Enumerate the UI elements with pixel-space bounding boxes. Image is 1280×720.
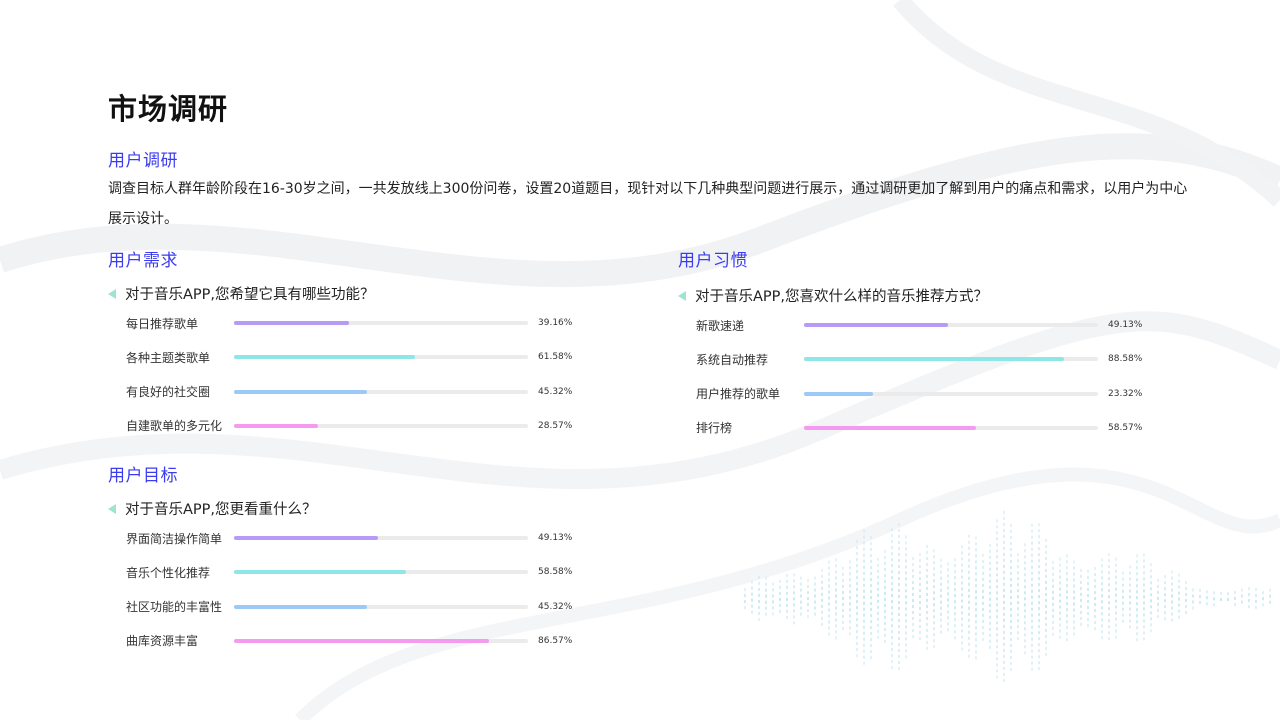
value-label: 23.32% (1108, 388, 1143, 399)
section-title-user-needs: 用户需求 (108, 251, 178, 271)
triangle-marker-icon (108, 503, 116, 514)
bar-row: 自建歌单的多元化 28.57% (126, 416, 588, 436)
category-label: 用户推荐的歌单 (696, 387, 781, 402)
bar-track (804, 323, 1098, 327)
value-label: 49.13% (538, 533, 573, 543)
value-label: 39.16% (538, 318, 573, 328)
category-label: 社区功能的丰富性 (126, 600, 223, 615)
section-title-user-habits: 用户习惯 (678, 251, 748, 271)
bar-row: 有良好的社交圈 45.32% (126, 382, 588, 402)
bar-track (234, 638, 528, 643)
question-needs: 对于音乐APP,您希望它具有哪些功能？ (108, 283, 375, 304)
value-label: 45.32% (538, 601, 573, 612)
bar-track (234, 536, 528, 540)
section-title-user-research: 用户调研 (108, 151, 178, 171)
category-label: 曲库资源丰富 (126, 634, 199, 649)
bar-track (234, 321, 528, 325)
question-text: 对于音乐APP,您希望它具有哪些功能？ (125, 287, 375, 303)
bar-track (804, 391, 1098, 396)
value-label: 45.32% (538, 386, 573, 397)
bar-row: 界面简洁操作简单 49.13% (126, 528, 588, 548)
value-label: 58.57% (1108, 422, 1143, 433)
bar (234, 536, 379, 540)
bar (234, 389, 368, 394)
bar (234, 570, 407, 575)
intro-text: 调查目标人群年龄阶段在16-30岁之间，一共发放线上300份问卷，设置20道题目… (108, 181, 1188, 227)
question-habits: 对于音乐APP,您喜欢什么样的音乐推荐方式？ (678, 285, 988, 306)
sound-wave-decoration (744, 510, 1271, 682)
category-label: 自建歌单的多元化 (126, 419, 223, 434)
value-label: 86.57% (538, 635, 573, 646)
bar-row: 各种主题类歌单 61.58% (126, 347, 588, 367)
bar-row: 新歌速递 49.13% (696, 315, 1158, 335)
bar-track (804, 425, 1098, 430)
bar-track (234, 604, 528, 609)
section-title-user-goals: 用户目标 (108, 466, 178, 486)
bar (804, 391, 873, 396)
bar-row: 系统自动推荐 88.58% (696, 349, 1158, 369)
question-text: 对于音乐APP,您喜欢什么样的音乐推荐方式？ (695, 289, 989, 305)
bar (804, 425, 977, 430)
bar-track (234, 389, 528, 394)
category-label: 新歌速递 (696, 318, 745, 333)
bar (804, 323, 949, 327)
chart-user-habits: 新歌速递 49.13% 系统自动推荐 88.58% 用户推荐的歌单 23.32% 排行榜 58… (696, 315, 1156, 440)
bar (234, 604, 368, 609)
question-goals: 对于音乐APP,您更看重什么？ (108, 498, 317, 519)
bar-row: 曲库资源丰富 86.57% (126, 631, 588, 651)
bar-track (234, 423, 528, 428)
value-label: 49.13% (1108, 320, 1143, 330)
bar-track (804, 357, 1098, 362)
bar (234, 321, 350, 325)
category-label: 排行榜 (696, 421, 733, 436)
value-label: 58.58% (538, 567, 573, 578)
category-label: 系统自动推荐 (696, 352, 769, 367)
bar-row: 音乐个性化推荐 58.58% (126, 562, 588, 582)
category-label: 有良好的社交圈 (126, 385, 211, 400)
value-label: 28.57% (538, 420, 573, 431)
question-text: 对于音乐APP,您更看重什么？ (125, 502, 317, 518)
bar (234, 638, 489, 643)
chart-user-needs: 每日推荐歌单 39.16% 各种主题类歌单 61.58% 有良好的社交圈 45.32% 自建… (126, 313, 586, 438)
bar-row: 用户推荐的歌单 23.32% (696, 384, 1158, 404)
bar (804, 357, 1065, 362)
bar (234, 423, 318, 428)
chart-user-goals: 界面简洁操作简单 49.13% 音乐个性化推荐 58.58% 社区功能的丰富性 45.32… (126, 528, 586, 653)
bar-track (234, 355, 528, 360)
value-label: 88.58% (1108, 354, 1143, 365)
value-label: 61.58% (538, 352, 573, 363)
triangle-marker-icon (678, 290, 686, 301)
category-label: 各种主题类歌单 (126, 350, 211, 365)
category-label: 界面简洁操作简单 (126, 531, 223, 546)
page-title: 市场调研 (108, 92, 229, 126)
bar-track (234, 570, 528, 575)
bar (234, 355, 416, 360)
bar-row: 社区功能的丰富性 45.32% (126, 597, 588, 617)
bar-row: 每日推荐歌单 39.16% (126, 313, 588, 333)
category-label: 音乐个性化推荐 (126, 565, 211, 580)
triangle-marker-icon (108, 288, 116, 299)
bar-row: 排行榜 58.57% (696, 418, 1158, 438)
category-label: 每日推荐歌单 (126, 316, 199, 331)
